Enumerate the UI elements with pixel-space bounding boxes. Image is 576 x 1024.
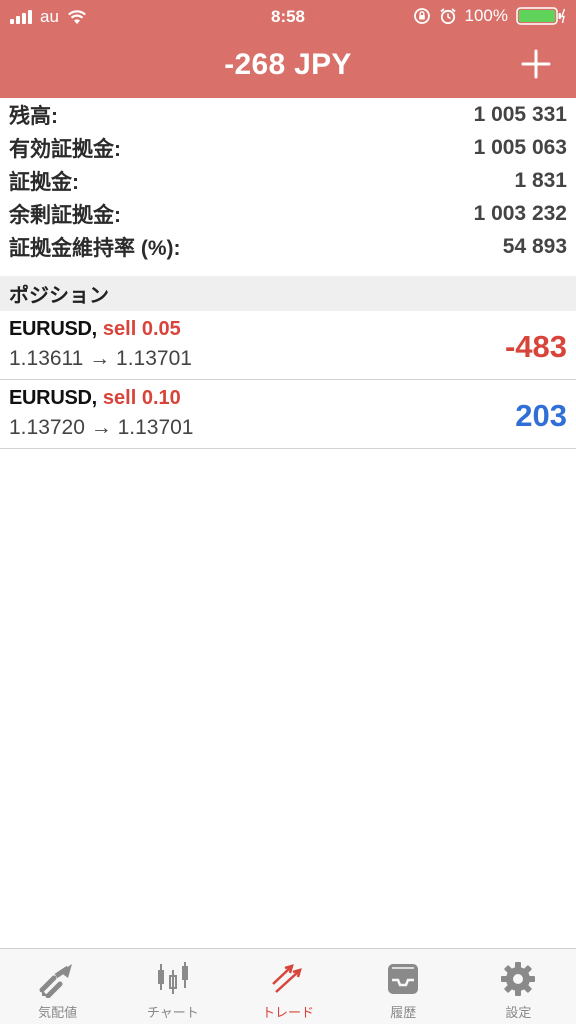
position-symbol: EURUSD, <box>9 387 97 409</box>
position-row[interactable]: EURUSD, sell 0.10 1.13720 → 1.13701 203 <box>0 380 576 449</box>
equity-value: 1 005 063 <box>473 135 567 159</box>
tab-bar: 気配値 チャート トレード 履歴 設定 <box>0 948 576 1024</box>
position-side: sell 0.05 <box>102 318 181 340</box>
account-summary: 残高: 1 005 331 有効証拠金: 1 005 063 証拠金: 1 83… <box>0 98 576 263</box>
settings-icon <box>501 962 536 996</box>
position-profit: -483 <box>504 329 567 364</box>
position-prices: 1.13720 → 1.13701 <box>9 416 194 439</box>
tab-label: トレード <box>262 1005 315 1020</box>
positions-section-header: ポジション <box>0 276 576 311</box>
tab-label: 履歴 <box>390 1005 417 1020</box>
tab-history[interactable]: 履歴 <box>346 949 461 1024</box>
plus-icon <box>521 49 551 79</box>
tab-trade[interactable]: トレード <box>230 949 345 1024</box>
margin-value: 1 831 <box>514 168 567 192</box>
summary-row-margin-level: 証拠金維持率 (%): 54 893 <box>0 230 576 263</box>
summary-row-free-margin: 余剰証拠金: 1 003 232 <box>0 197 576 230</box>
position-profit: 203 <box>515 398 567 433</box>
margin-label: 証拠金: <box>9 170 79 194</box>
orientation-lock-icon <box>413 8 430 24</box>
status-right: 100% <box>413 6 566 26</box>
position-header: EURUSD, sell 0.05 <box>9 318 181 341</box>
equity-title: -268 JPY <box>224 48 352 81</box>
tab-settings[interactable]: 設定 <box>461 949 576 1024</box>
summary-row-equity: 有効証拠金: 1 005 063 <box>0 131 576 164</box>
quotes-icon <box>39 964 72 998</box>
balance-value: 1 005 331 <box>473 102 567 126</box>
summary-row-margin: 証拠金: 1 831 <box>0 164 576 197</box>
tab-quotes[interactable]: 気配値 <box>0 949 115 1024</box>
trade-icon <box>272 964 302 993</box>
history-icon <box>388 964 419 994</box>
summary-row-balance: 残高: 1 005 331 <box>0 98 576 131</box>
balance-label: 残高: <box>9 104 58 128</box>
free-margin-value: 1 003 232 <box>473 201 567 225</box>
positions-list: EURUSD, sell 0.05 1.13611 → 1.13701 -483 … <box>0 311 576 449</box>
tab-chart[interactable]: チャート <box>115 949 230 1024</box>
header-bar: au 8:58 100% -268 JPY <box>0 0 576 98</box>
position-prices: 1.13611 → 1.13701 <box>9 347 192 370</box>
positions-section-title: ポジション <box>9 285 109 307</box>
battery-percent: 100% <box>464 6 508 25</box>
battery-icon <box>516 7 566 25</box>
free-margin-label: 余剰証拠金: <box>9 203 121 227</box>
tab-label: 気配値 <box>38 1005 78 1020</box>
new-order-button[interactable] <box>516 44 556 84</box>
tab-label: 設定 <box>505 1005 532 1020</box>
tab-label: チャート <box>146 1005 199 1020</box>
equity-label: 有効証拠金: <box>9 137 121 161</box>
position-symbol: EURUSD, <box>9 318 97 340</box>
status-bar: au 8:58 100% <box>0 0 576 34</box>
margin-level-value: 54 893 <box>502 234 567 258</box>
alarm-icon <box>439 8 456 25</box>
position-side: sell 0.10 <box>102 387 181 409</box>
position-header: EURUSD, sell 0.10 <box>9 387 181 410</box>
position-row[interactable]: EURUSD, sell 0.05 1.13611 → 1.13701 -483 <box>0 311 576 380</box>
margin-level-label: 証拠金維持率 (%): <box>9 236 181 260</box>
chart-icon <box>157 962 188 994</box>
